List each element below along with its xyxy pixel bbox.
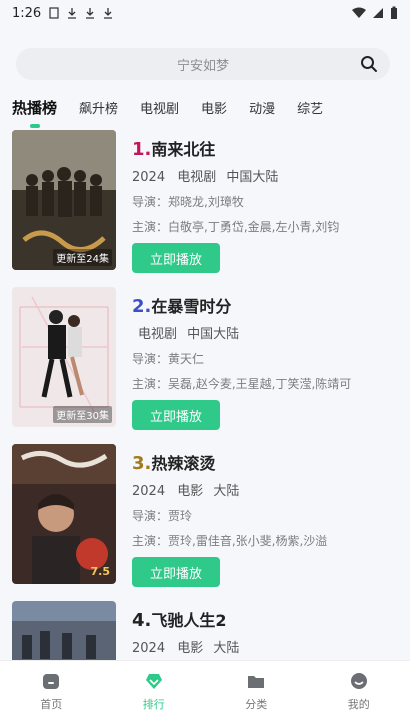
download-icon bbox=[103, 7, 113, 19]
rating-score: 7.5 bbox=[90, 565, 111, 578]
director-line: 导演：贾玲 bbox=[132, 509, 193, 523]
poster-image[interactable] bbox=[12, 601, 116, 660]
rank-number: 2. bbox=[132, 296, 152, 317]
list-item[interactable]: 4. 飞驰人生2 2024 电影 大陆 bbox=[12, 601, 398, 660]
search-icon[interactable] bbox=[360, 55, 378, 73]
item-title[interactable]: 在暴雪时分 bbox=[151, 293, 231, 317]
tab-anime[interactable]: 动漫 bbox=[249, 98, 275, 117]
director-line: 导演：黄天仁 bbox=[132, 352, 205, 366]
poster-image[interactable]: 7.5 bbox=[12, 444, 116, 584]
ranking-icon bbox=[145, 673, 162, 689]
tab-tv[interactable]: 电视剧 bbox=[140, 98, 179, 117]
nav-category[interactable]: 分类 bbox=[245, 670, 267, 712]
image-status-icon bbox=[49, 7, 59, 19]
profile-icon bbox=[350, 672, 367, 689]
item-title[interactable]: 热辣滚烫 bbox=[151, 450, 215, 474]
wifi-icon bbox=[352, 7, 366, 18]
search-bar[interactable]: 宁安如梦 bbox=[16, 48, 390, 80]
home-icon bbox=[43, 673, 60, 689]
cast-line: 主演：白敬亭,丁勇岱,金晨,左小青,刘钧 bbox=[132, 220, 340, 234]
nav-home[interactable]: 首页 bbox=[40, 670, 62, 712]
tab-rising[interactable]: 飙升榜 bbox=[79, 98, 118, 117]
rank-number: 3. bbox=[132, 453, 152, 474]
folder-icon bbox=[248, 675, 265, 688]
director-line: 导演：郑晓龙,刘璋牧 bbox=[132, 195, 244, 209]
poster-image[interactable]: 更新至30集 bbox=[12, 287, 116, 427]
rank-number: 4. bbox=[132, 610, 152, 631]
download-icon bbox=[85, 7, 95, 19]
play-button[interactable]: 立即播放 bbox=[132, 400, 220, 430]
poster-image[interactable]: 更新至24集 bbox=[12, 130, 116, 270]
list-item[interactable]: 更新至30集 2. 在暴雪时分 电视剧 中国大陆 导演：黄天仁 主演：吴磊,赵今… bbox=[12, 287, 398, 430]
tab-active-indicator bbox=[29, 123, 40, 128]
list-item[interactable]: 7.5 3. 热辣滚烫 2024 电影 大陆 导演：贾玲 主演：贾玲,雷佳音,张… bbox=[12, 444, 398, 587]
download-icon bbox=[67, 7, 77, 19]
bottom-navigation: 首页 排行 分类 我的 bbox=[0, 660, 410, 720]
tab-variety[interactable]: 综艺 bbox=[297, 98, 323, 117]
item-meta: 2024 电影 大陆 bbox=[132, 484, 240, 499]
signal-icon bbox=[373, 8, 383, 18]
cast-line: 主演：吴磊,赵今麦,王星越,丁笑滢,陈靖可 bbox=[132, 377, 352, 391]
nav-profile[interactable]: 我的 bbox=[348, 670, 370, 712]
status-time: 1:26 bbox=[12, 5, 42, 21]
item-meta: 2024 电影 大陆 bbox=[132, 641, 240, 656]
play-button[interactable]: 立即播放 bbox=[132, 243, 220, 273]
status-bar: 1:26 bbox=[0, 0, 410, 26]
item-meta: 2024 电视剧 中国大陆 bbox=[132, 170, 279, 185]
tab-hot[interactable]: 热播榜 bbox=[12, 97, 57, 128]
item-title[interactable]: 南来北往 bbox=[151, 136, 215, 160]
cast-line: 主演：贾玲,雷佳音,张小斐,杨紫,沙溢 bbox=[132, 534, 328, 548]
list-item[interactable]: 更新至24集 1. 南来北往 2024 电视剧 中国大陆 导演：郑晓龙,刘璋牧 … bbox=[12, 130, 398, 273]
item-meta: 电视剧 中国大陆 bbox=[138, 327, 240, 342]
item-title[interactable]: 飞驰人生2 bbox=[151, 607, 226, 631]
play-button[interactable]: 立即播放 bbox=[132, 557, 220, 587]
nav-ranking[interactable]: 排行 bbox=[143, 670, 165, 712]
rank-number: 1. bbox=[132, 139, 152, 160]
ranking-tabs: 热播榜 飙升榜 电视剧 电影 动漫 综艺 bbox=[0, 90, 410, 128]
tab-movie[interactable]: 电影 bbox=[201, 98, 227, 117]
episode-tag: 更新至30集 bbox=[53, 406, 112, 423]
battery-icon bbox=[391, 6, 397, 19]
episode-tag: 更新至24集 bbox=[53, 249, 112, 266]
search-input[interactable]: 宁安如梦 bbox=[177, 55, 229, 74]
